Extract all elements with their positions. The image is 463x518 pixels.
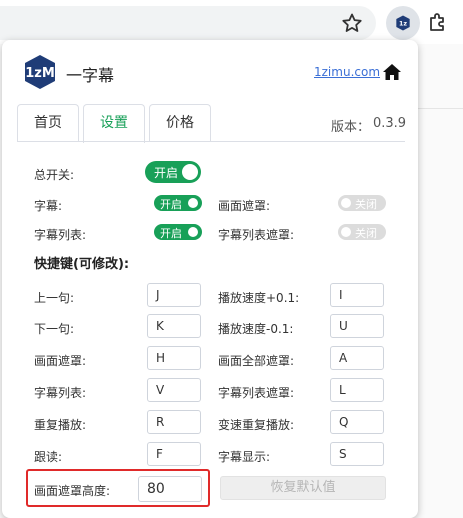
tab-home[interactable]: 首页 [17,104,79,142]
shortcut-input-speed-up[interactable]: I [330,283,384,307]
version-value: 0.3.9 [373,116,407,131]
highlight-box [26,469,210,507]
tab-settings[interactable]: 设置 [83,104,145,143]
shortcut-label-speed-up: 播放速度+0.1: [218,291,300,305]
shortcut-label-screen-mask: 画面遮罩: [34,354,87,368]
svg-text:1z: 1z [399,21,407,28]
tab-pricing[interactable]: 价格 [149,104,211,142]
subtitle-list-switch[interactable]: 开启 [154,224,202,240]
screen-mask-label: 画面遮罩: [218,199,271,213]
bookmark-star-icon[interactable] [340,11,364,35]
screen-mask-switch[interactable]: 关闭 [338,195,386,211]
shortcut-label-list-mask: 字幕列表遮罩: [218,386,295,400]
master-switch-label: 总开关: [34,168,75,182]
1zimu-logo-icon: 1zM [25,55,55,89]
version-label: 版本： [331,120,371,135]
shortcut-input-prev[interactable]: J [147,283,201,307]
shortcut-label-full-mask: 画面全部遮罩: [218,354,295,368]
svg-text:1zM: 1zM [25,66,55,81]
shortcut-input-subtitle-list[interactable]: V [147,378,201,402]
shortcut-label-shadowing: 跟读: [34,450,63,464]
shortcut-label-speed-repeat: 变速重复播放: [218,418,295,432]
extensions-puzzle-icon[interactable] [426,10,450,34]
shortcut-label-speed-down: 播放速度-0.1: [218,322,294,336]
shortcut-label-repeat: 重复播放: [34,418,87,432]
1zimu-extension-icon: 1z [396,15,410,31]
brand-name: 一字幕 [66,66,115,85]
shortcut-input-shadowing[interactable]: F [147,442,201,466]
reset-defaults-button[interactable]: 恢复默认值 [220,476,386,500]
shortcut-label-subtitle-list: 字幕列表: [34,386,87,400]
subtitle-label: 字幕: [34,199,63,213]
shortcut-input-repeat[interactable]: R [147,410,201,434]
shortcut-label-next: 下一句: [34,322,75,336]
shortcut-input-full-mask[interactable]: A [330,346,384,370]
subtitle-list-mask-switch[interactable]: 关闭 [338,224,386,240]
shortcut-input-speed-down[interactable]: U [330,314,384,338]
home-icon[interactable] [382,62,402,82]
shortcut-input-speed-repeat[interactable]: Q [330,410,384,434]
extension-popup: 1zM 一字幕 1zimu.com 首页 设置 价格 版本： 0.3.9 总开关… [2,40,418,518]
shortcut-input-subtitle-display[interactable]: S [330,442,384,466]
subtitle-switch[interactable]: 开启 [154,195,202,211]
tab-underline [17,141,405,142]
shortcut-label-subtitle-display: 字幕显示: [218,450,271,464]
browser-toolbar: 1z [0,0,463,44]
shortcut-input-next[interactable]: K [147,314,201,338]
address-bar[interactable] [0,6,376,40]
extension-1zimu-button[interactable]: 1z [386,6,420,40]
subtitle-list-label: 字幕列表: [34,228,87,242]
shortcut-input-list-mask[interactable]: L [330,378,384,402]
master-switch[interactable]: 开启 [145,161,201,183]
subtitle-list-mask-label: 字幕列表遮罩: [218,228,295,242]
shortcuts-title: 快捷键(可修改): [34,257,130,272]
shortcut-label-prev: 上一句: [34,291,75,305]
shortcut-input-screen-mask[interactable]: H [147,346,201,370]
site-link[interactable]: 1zimu.com [314,65,380,79]
